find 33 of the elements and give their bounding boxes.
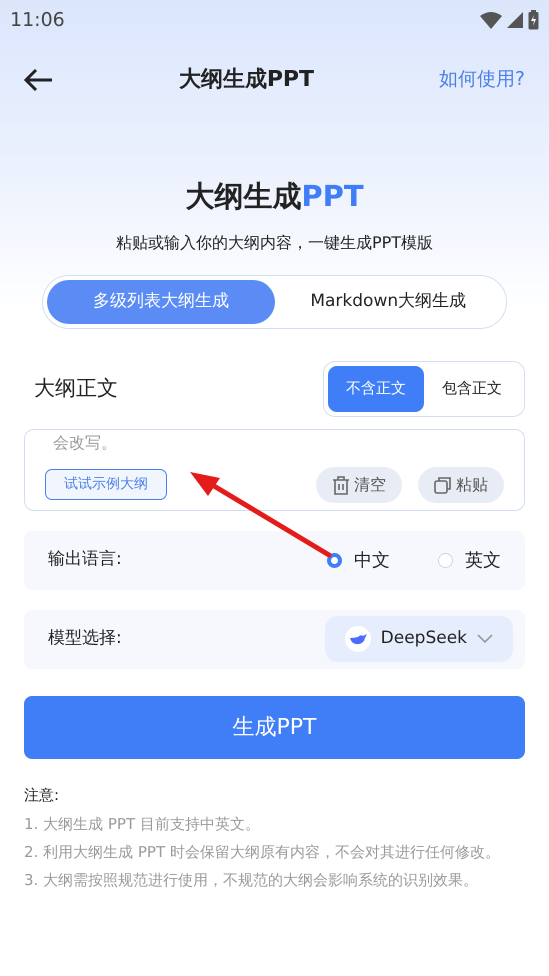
trash-icon [332,474,350,494]
chevron-down-icon [477,634,493,644]
hero-title: 大纲生成PPT [184,178,365,215]
language-option[interactable]: 中文 [327,546,390,574]
copy-icon [434,476,452,494]
note-text: 3. 大纲需按照规范进行使用，不规范的大纲会影响系统的识别效果。 [24,870,480,891]
help-link[interactable]: 如何使用? [438,64,525,94]
note-text: 1. 大纲生成 PPT 目前支持中英文。 [24,814,261,835]
generate-button[interactable]: 生成PPT [24,696,525,758]
language-option[interactable]: 英文 [438,546,501,574]
status-time: 11:06 [10,8,65,33]
wifi-icon [480,11,502,29]
sample-button[interactable]: 试试示例大纲 [45,469,167,500]
outline-text: 会改写。 [52,432,118,452]
outline-input[interactable]: 会改写。 试试示例大纲 清空 粘贴 [24,428,525,510]
section-label: 大纲正文 [34,374,118,402]
paste-button[interactable]: 粘贴 [418,466,504,502]
hero-subtitle: 粘贴或输入你的大纲内容，一键生成PPT模版 [114,232,434,254]
content-tab[interactable]: 包含正文 [424,366,520,412]
note-text: 2. 利用大纲生成 PPT 时会保留大纲原有内容，不会对其进行任何修改。 [24,842,501,863]
radio-icon[interactable] [327,552,342,568]
clear-button[interactable]: 清空 [316,466,402,502]
content-tab[interactable]: 不含正文 [328,366,424,412]
whale-icon [344,626,371,652]
language-label: 输出语言: [48,548,122,572]
signal-icon [506,11,524,29]
model-dropdown[interactable]: DeepSeek [324,616,513,662]
mode-tab[interactable]: 多级列表大纲生成 [47,280,274,324]
page-title: 大纲生成PPT [178,66,314,94]
notes-title: 注意: [24,784,60,806]
model-label: 模型选择: [48,627,122,650]
battery-icon [528,10,539,30]
mode-tab[interactable]: Markdown大纲生成 [274,280,502,324]
